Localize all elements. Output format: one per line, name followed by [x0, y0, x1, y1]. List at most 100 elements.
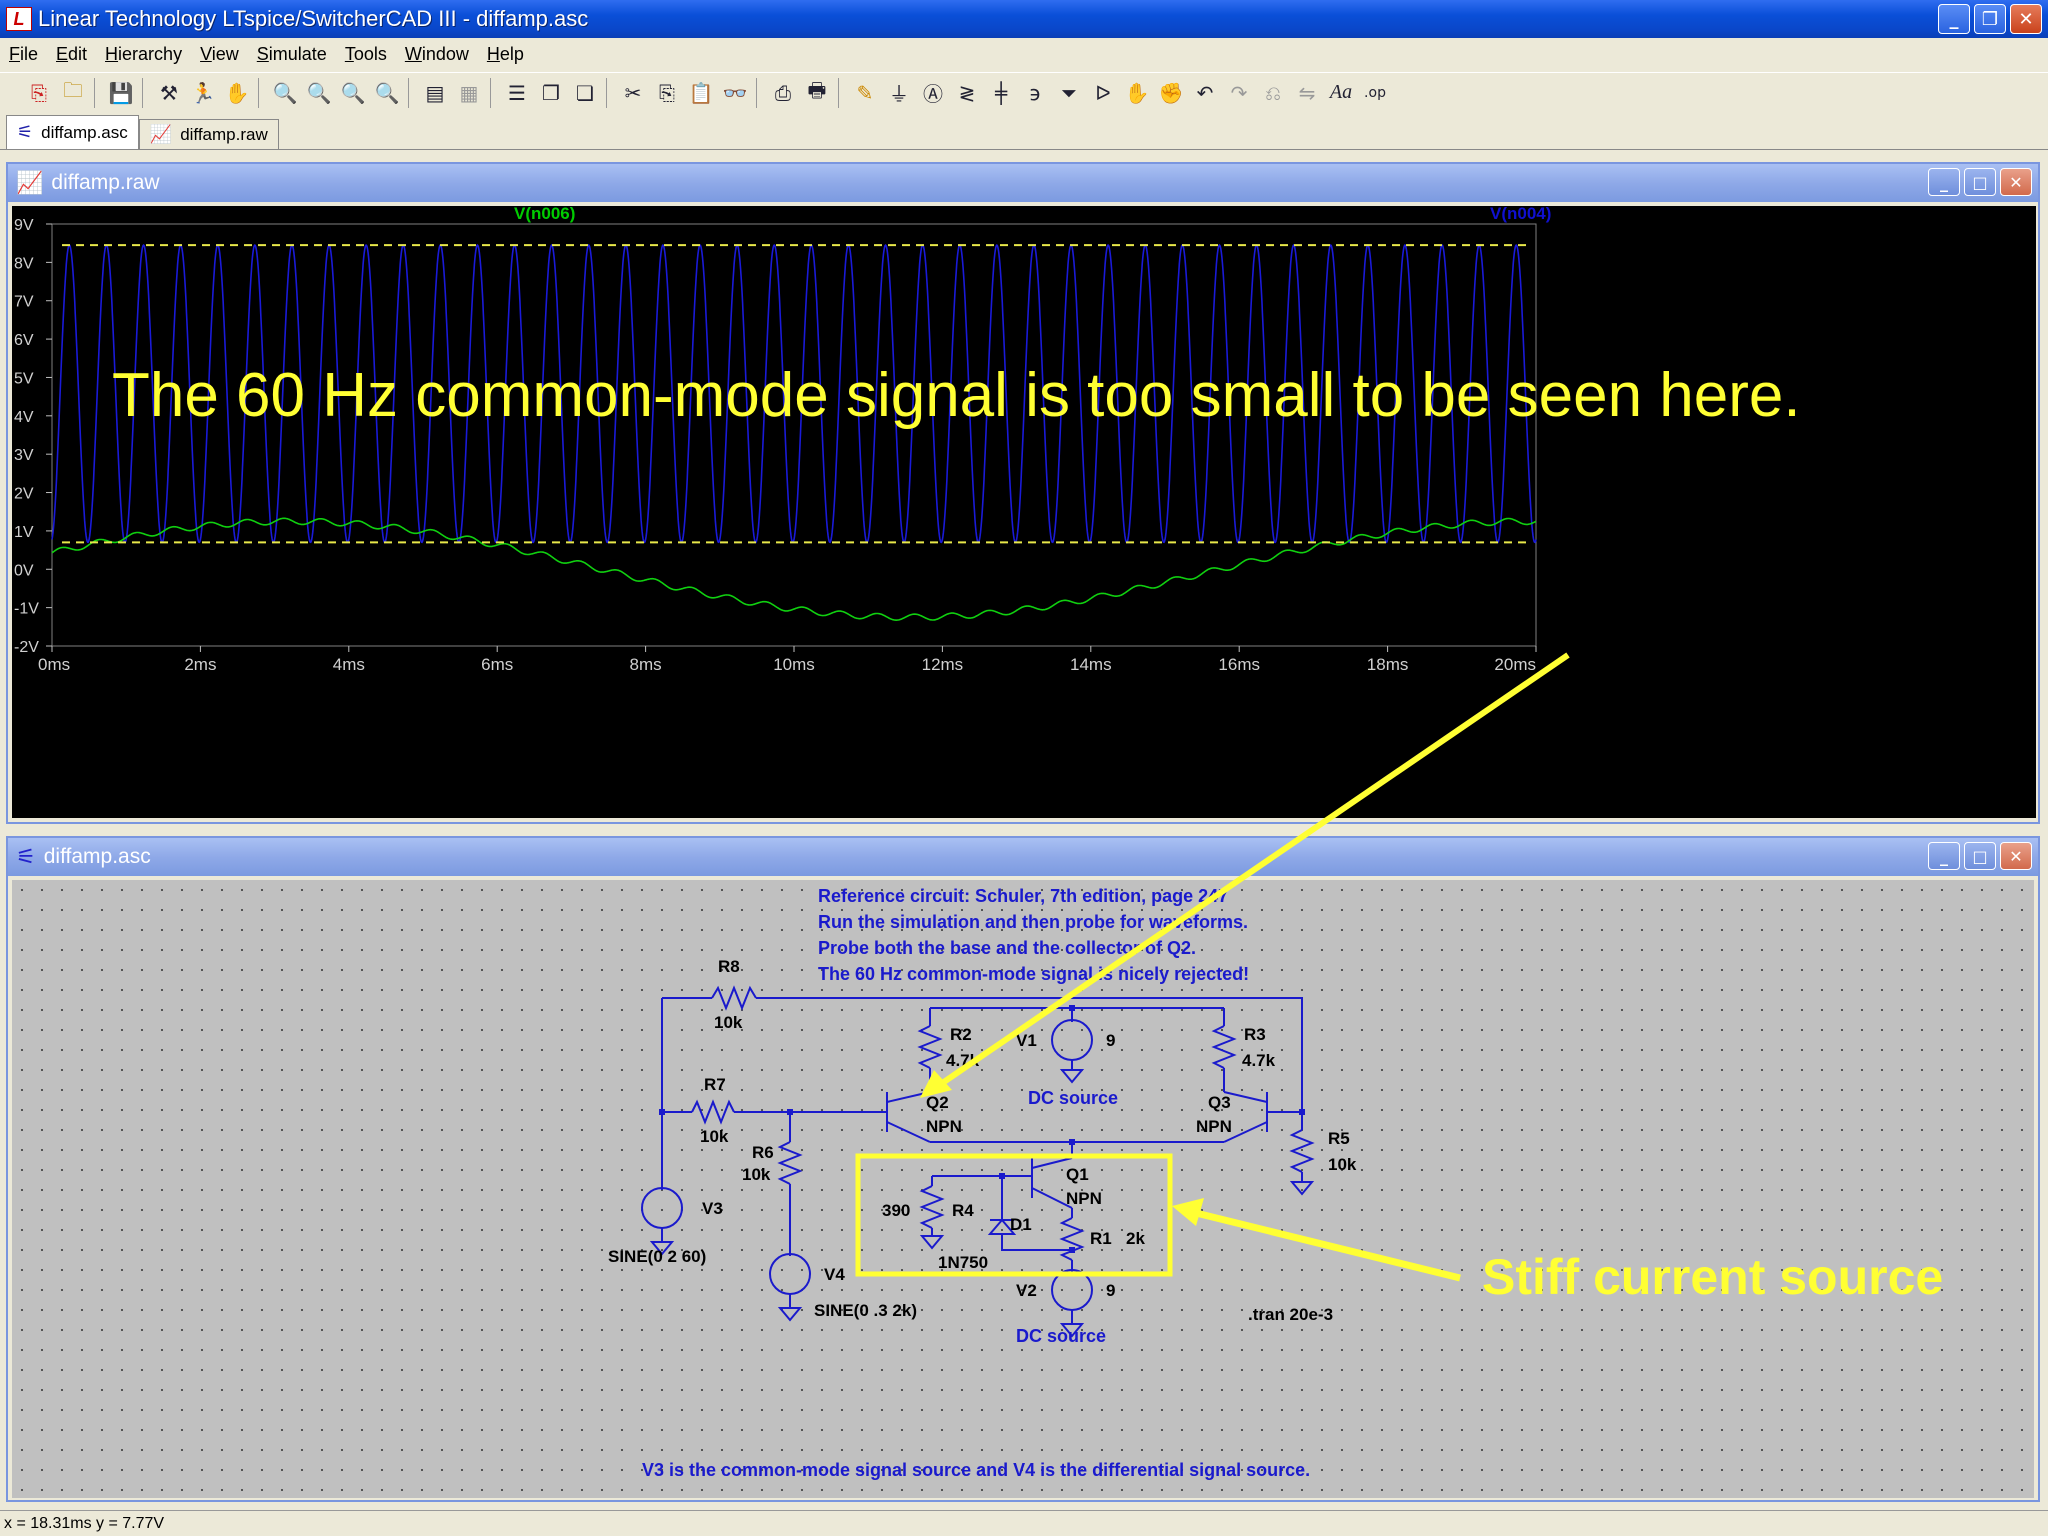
- grid-icon[interactable]: ▦: [452, 76, 486, 110]
- x-tick-label: 14ms: [1070, 655, 1112, 674]
- text-icon[interactable]: Aa: [1324, 76, 1358, 110]
- q2-emitter: [886, 1121, 931, 1143]
- toolbar-divider: [258, 77, 264, 108]
- x-tick-label: 16ms: [1218, 655, 1260, 674]
- redo-icon[interactable]: ↷: [1222, 76, 1256, 110]
- schematic-icon: ⚟: [16, 844, 36, 870]
- x-tick-label: 4ms: [333, 655, 365, 674]
- child-maximize-button[interactable]: □: [1964, 842, 1996, 870]
- minimize-button[interactable]: _: [1938, 4, 1970, 34]
- capacitor-icon[interactable]: ╪: [984, 76, 1018, 110]
- child-minimize-button[interactable]: _: [1928, 168, 1960, 196]
- copy-icon[interactable]: ⎘: [650, 76, 684, 110]
- move-icon[interactable]: ✋: [1120, 76, 1154, 110]
- label-net-icon[interactable]: Ⓐ: [916, 76, 950, 110]
- tab-diffamp-asc[interactable]: ⚟ diffamp.asc: [6, 115, 139, 149]
- comment-line: Reference circuit: Schuler, 7th edition,…: [818, 886, 1228, 906]
- schematic-svg: Reference circuit: Schuler, 7th edition,…: [608, 886, 1943, 1480]
- waveform-window-title: diffamp.raw: [51, 171, 160, 194]
- waveform-window-titlebar[interactable]: 📈 diffamp.raw _ □ ✕: [8, 164, 2038, 202]
- y-tick-label: -2V: [14, 639, 39, 656]
- schematic-window-titlebar[interactable]: ⚟ diffamp.asc _ □ ✕: [8, 838, 2038, 876]
- menu-tools[interactable]: Tools: [336, 44, 396, 65]
- resistor-icon[interactable]: ≷: [950, 76, 984, 110]
- zoom-in-icon[interactable]: 🔍: [268, 76, 302, 110]
- r7-value: 10k: [700, 1127, 729, 1146]
- cut-icon[interactable]: ✂: [616, 76, 650, 110]
- new-schematic-icon[interactable]: ⎘: [22, 76, 56, 110]
- tile-horizontal-icon[interactable]: ☰: [500, 76, 534, 110]
- junction-dot: [1069, 1139, 1075, 1145]
- ground-icon[interactable]: ⏚: [882, 76, 916, 110]
- mirror-icon[interactable]: ⇋: [1290, 76, 1324, 110]
- menu-window[interactable]: Window: [396, 44, 478, 65]
- paste-icon[interactable]: 📋: [684, 76, 718, 110]
- child-minimize-button[interactable]: _: [1928, 842, 1960, 870]
- schematic-window-title: diffamp.asc: [43, 845, 151, 868]
- tile-vertical-icon[interactable]: ❏: [568, 76, 602, 110]
- autorange-icon[interactable]: ▤: [418, 76, 452, 110]
- run-icon[interactable]: 🏃: [186, 76, 220, 110]
- print-preview-icon[interactable]: ⎙: [766, 76, 800, 110]
- schematic-canvas[interactable]: Reference circuit: Schuler, 7th edition,…: [12, 880, 2034, 1498]
- toolbar: ⎘ 🗀 💾 ⚒ 🏃 ✋ 🔍 🔍 🔍 🔍 ▤ ▦ ☰ ❐ ❏ ✂ ⎘ 📋 👓 ⎙ …: [0, 72, 2048, 112]
- child-maximize-button[interactable]: □: [1964, 168, 1996, 196]
- menu-edit[interactable]: Edit: [47, 44, 96, 65]
- rotate-icon[interactable]: ⎌: [1256, 76, 1290, 110]
- undo-icon[interactable]: ↶: [1188, 76, 1222, 110]
- open-icon[interactable]: 🗀: [56, 76, 90, 110]
- y-tick-label: 9V: [14, 217, 34, 234]
- drag-icon[interactable]: ✊: [1154, 76, 1188, 110]
- inductor-icon[interactable]: ϶: [1018, 76, 1052, 110]
- callout-label: Stiff current source: [1482, 1249, 1943, 1305]
- menu-simulate[interactable]: Simulate: [248, 44, 336, 65]
- close-button[interactable]: ✕: [2010, 4, 2042, 34]
- r5-resistor: [1289, 1129, 1315, 1173]
- junction-dot: [659, 1109, 665, 1115]
- q3-name: Q3: [1208, 1093, 1231, 1112]
- child-close-button[interactable]: ✕: [2000, 842, 2032, 870]
- find-icon[interactable]: 👓: [718, 76, 752, 110]
- ltspice-logo-icon: L: [6, 7, 32, 31]
- r1-resistor: [1059, 1217, 1085, 1261]
- r2-resistor: [917, 1025, 943, 1069]
- annotation-text: The 60 Hz common-mode signal is too smal…: [112, 361, 1801, 430]
- q2-name: Q2: [926, 1093, 949, 1112]
- zoom-out-icon[interactable]: 🔍: [336, 76, 370, 110]
- x-tick-label: 6ms: [481, 655, 513, 674]
- spice-directive-icon[interactable]: .op: [1358, 76, 1392, 110]
- q1-value: NPN: [1066, 1189, 1102, 1208]
- r4-name: R4: [952, 1201, 974, 1220]
- wire-icon[interactable]: ✎: [848, 76, 882, 110]
- wire: [1001, 1234, 1072, 1251]
- r6-value: 10k: [742, 1165, 771, 1184]
- tab-diffamp-raw[interactable]: 📈 diffamp.raw: [138, 119, 279, 149]
- child-close-button[interactable]: ✕: [2000, 168, 2032, 196]
- toolbar-divider: [94, 77, 100, 108]
- menu-bar: File Edit Hierarchy View Simulate Tools …: [0, 40, 2048, 68]
- maximize-button[interactable]: ❐: [1974, 4, 2006, 34]
- save-icon[interactable]: 💾: [104, 76, 138, 110]
- control-panel-icon[interactable]: ⚒: [152, 76, 186, 110]
- r4-value: 390: [882, 1201, 910, 1220]
- menu-view[interactable]: View: [191, 44, 248, 65]
- x-tick-label: 8ms: [630, 655, 662, 674]
- menu-hierarchy[interactable]: Hierarchy: [96, 44, 191, 65]
- d1-name: D1: [1010, 1215, 1032, 1234]
- menu-file[interactable]: File: [0, 44, 47, 65]
- junction-dot: [999, 1173, 1005, 1179]
- diode-icon[interactable]: ⏷: [1052, 76, 1086, 110]
- halt-icon[interactable]: ✋: [220, 76, 254, 110]
- zoom-fit-icon[interactable]: 🔍: [370, 76, 404, 110]
- r7-name: R7: [704, 1075, 726, 1094]
- y-tick-label: 0V: [14, 562, 34, 579]
- r5-name: R5: [1328, 1129, 1350, 1148]
- cascade-icon[interactable]: ❐: [534, 76, 568, 110]
- zoom-area-icon[interactable]: 🔍: [302, 76, 336, 110]
- r3-name: R3: [1244, 1025, 1266, 1044]
- r6-resistor: [777, 1141, 803, 1185]
- menu-help[interactable]: Help: [478, 44, 533, 65]
- print-icon[interactable]: 🖶: [800, 76, 834, 110]
- waveform-plot[interactable]: 9V 8V 7V 6V 5V 4V 3V 2V 1V 0V -1V -2V 0ms 2ms 4ms 6ms 8m…: [12, 204, 2036, 818]
- component-icon[interactable]: ᐅ: [1086, 76, 1120, 110]
